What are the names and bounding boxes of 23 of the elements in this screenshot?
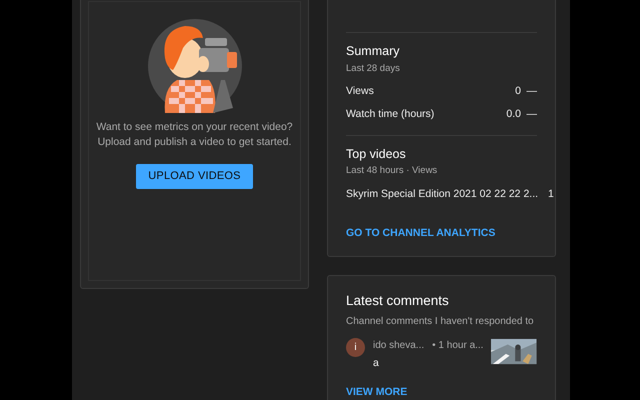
metric-value: 0 xyxy=(515,84,521,98)
view-count: 1 xyxy=(548,188,554,202)
comment-time: • 1 hour a... xyxy=(432,340,484,353)
channel-analytics-link[interactable]: GO TO CHANNEL ANALYTICS xyxy=(346,227,496,240)
section-subtitle: Channel comments I haven't responded to xyxy=(346,316,535,328)
comment-text: a xyxy=(373,356,380,370)
comment-author: ido sheva... xyxy=(373,340,424,353)
section-subtitle: Last 48 hours · Views xyxy=(346,165,438,178)
section-title: Summary xyxy=(346,44,400,60)
section-title: Top videos xyxy=(346,146,407,162)
section-title: Latest comments xyxy=(346,293,450,310)
metric-label: Watch time (hours) xyxy=(346,108,434,121)
trend-text: — xyxy=(526,84,537,98)
message-text: Upload and publish a video to get started. xyxy=(96,134,292,150)
avatar: i xyxy=(346,338,365,358)
section-subtitle: Last 28 days xyxy=(346,62,401,74)
message-text: Want to see metrics on your recent video? xyxy=(96,120,293,134)
metric-value: 0.0 xyxy=(506,108,521,121)
upload-videos-button[interactable]: UPLOAD VIDEOS xyxy=(136,164,253,190)
metric-label: Views xyxy=(346,84,374,98)
video-title[interactable]: Skyrim Special Edition 2021 02 22 22 2... xyxy=(346,188,538,202)
view-more-link[interactable]: VIEW MORE xyxy=(346,386,408,398)
trend-text: — xyxy=(526,108,537,121)
